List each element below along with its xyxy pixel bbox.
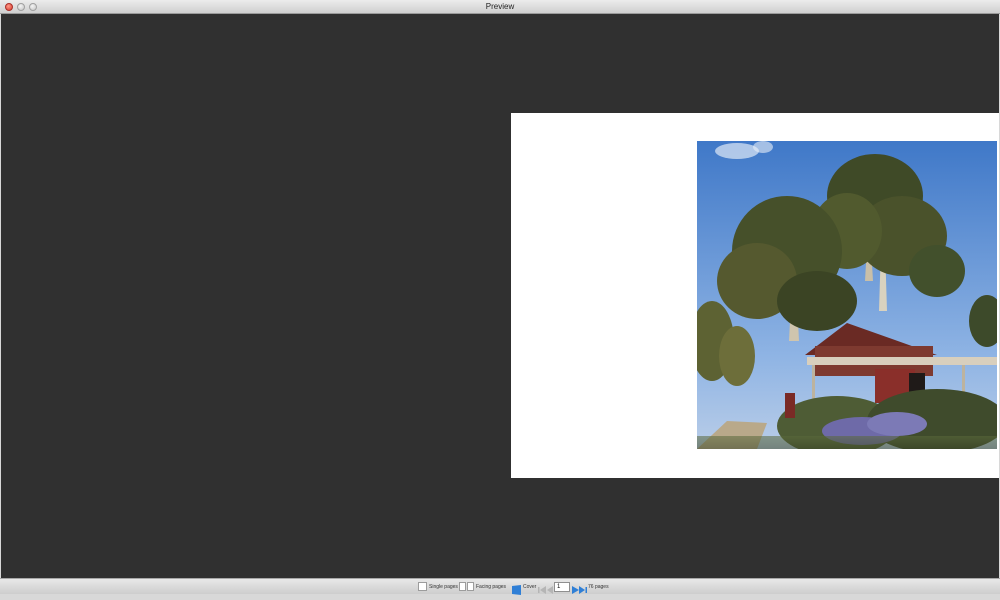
facing-pages-button[interactable]: Facing pages [476,582,506,592]
last-page-icon[interactable] [579,582,587,594]
page-number-input[interactable]: 1 [554,582,570,592]
previous-page-icon[interactable] [547,582,553,594]
bottom-toolbar: Single pages Facing pages Cover 1 76 pag… [0,578,1000,595]
single-page-icon[interactable] [418,582,427,591]
photo-image [697,141,997,449]
page-count: 76 pages [588,584,609,590]
page-photo [697,141,997,449]
first-page-icon[interactable] [538,582,546,594]
single-pages-button[interactable]: Single pages [429,582,458,592]
cover-icon[interactable] [512,582,521,595]
facing-pages-icon[interactable] [459,582,466,591]
window-title: Preview [485,2,515,11]
book-page [511,113,999,478]
next-page-icon[interactable] [572,582,579,594]
facing-pages-icon-right[interactable] [467,582,474,591]
cover-button[interactable]: Cover [523,582,536,592]
title-bar: Preview [0,0,1000,14]
preview-viewer[interactable] [1,14,999,578]
